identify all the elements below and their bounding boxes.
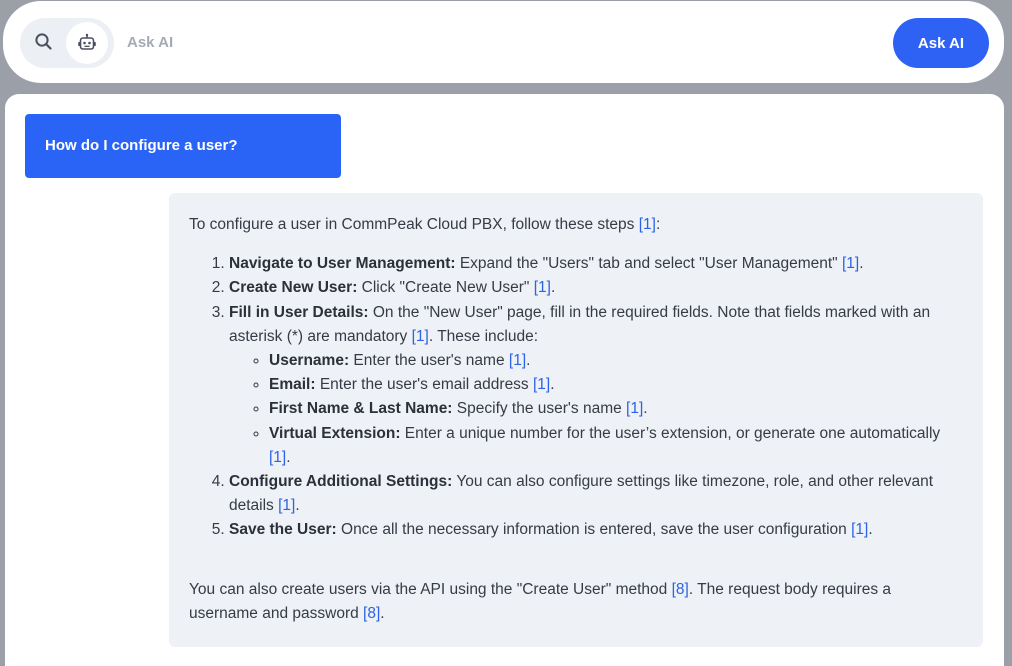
citation-link[interactable]: [1] [278, 497, 295, 514]
citation-link[interactable]: [1] [412, 328, 429, 345]
citation-link[interactable]: [8] [363, 605, 380, 622]
citation-link[interactable]: [1] [842, 255, 859, 272]
citation-link[interactable]: [1] [509, 352, 526, 369]
citation-link[interactable]: [1] [851, 521, 868, 538]
ask-ai-bar: Ask AI [3, 1, 1004, 83]
ai-assistant-window: Ask AI How do I configure a user? To con… [0, 0, 1012, 666]
list-item: Configure Additional Settings: You can a… [229, 470, 963, 518]
list-item: Email: Enter the user's email address [1… [269, 373, 963, 397]
ai-answer-bubble: To configure a user in CommPeak Cloud PB… [169, 193, 983, 647]
list-item: Username: Enter the user's name [1]. [269, 349, 963, 373]
ask-ai-input[interactable] [127, 25, 827, 59]
answer-outro: You can also create users via the API us… [189, 580, 892, 622]
citation-link[interactable]: [1] [639, 216, 656, 233]
answer-intro: To configure a user in CommPeak Cloud PB… [189, 216, 661, 233]
chat-panel: How do I configure a user? To configure … [5, 94, 1004, 666]
citation-link[interactable]: [8] [672, 581, 689, 598]
search-icon[interactable] [34, 32, 54, 52]
user-question-bubble: How do I configure a user? [25, 114, 341, 178]
mode-switch[interactable] [20, 18, 114, 68]
list-item: First Name & Last Name: Specify the user… [269, 397, 963, 421]
ask-ai-button[interactable]: Ask AI [893, 18, 989, 68]
steps-list: Navigate to User Management: Expand the … [189, 252, 963, 542]
list-item: Fill in User Details: On the "New User" … [229, 301, 963, 470]
list-item: Save the User: Once all the necessary in… [229, 518, 963, 542]
citation-link[interactable]: [1] [534, 279, 551, 296]
citation-link[interactable]: [1] [533, 376, 550, 393]
citation-link[interactable]: [1] [269, 449, 286, 466]
list-item: Create New User: Click "Create New User"… [229, 276, 963, 300]
list-item: Navigate to User Management: Expand the … [229, 252, 963, 276]
list-item: Virtual Extension: Enter a unique number… [269, 422, 963, 470]
citation-link[interactable]: [1] [626, 400, 643, 417]
robot-icon[interactable] [66, 22, 108, 64]
sub-list: Username: Enter the user's name [1]. Ema… [229, 349, 963, 470]
